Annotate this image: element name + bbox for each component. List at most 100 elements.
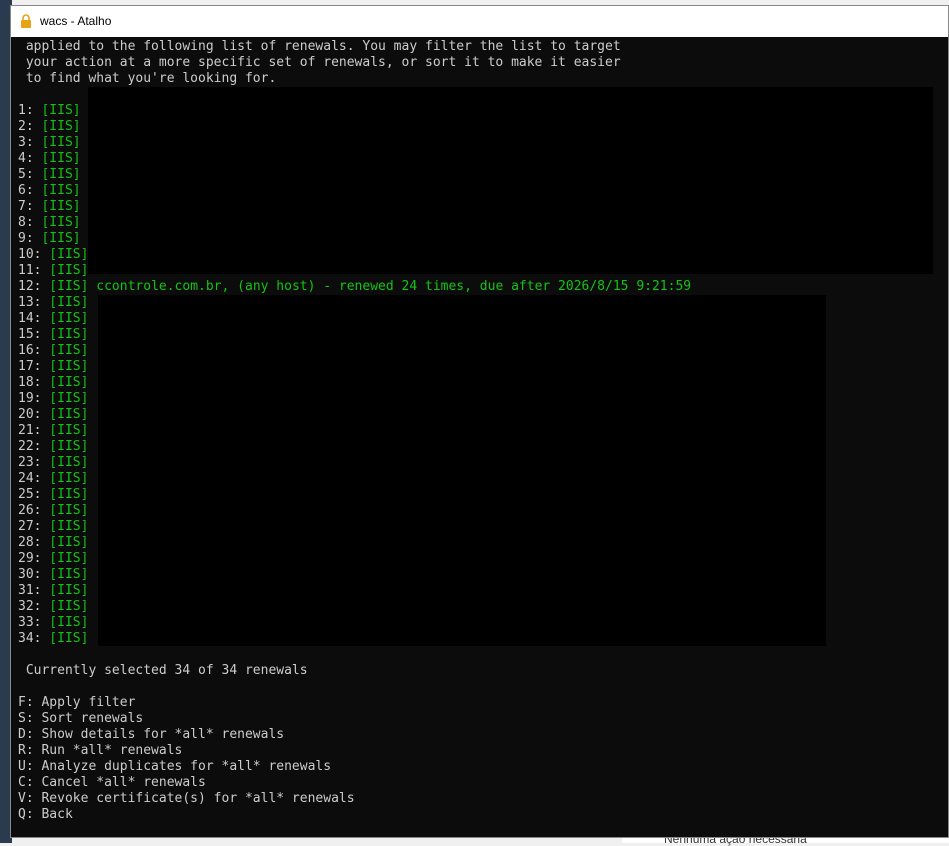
- renewal-row: 31: [IIS]: [18, 583, 88, 599]
- renewal-row: 29: [IIS]: [18, 551, 88, 567]
- renewal-type: [IIS]: [41, 407, 89, 422]
- renewal-type: [IIS]: [41, 375, 89, 390]
- renewal-type: [IIS]: [41, 615, 89, 630]
- intro-line: to find what you're looking for.: [18, 71, 277, 86]
- renewal-row: 14: [IIS]: [18, 311, 88, 327]
- renewal-number: 16:: [18, 343, 42, 358]
- renewal-row: 19: [IIS]: [18, 391, 88, 407]
- renewal-number: 8:: [18, 215, 34, 230]
- renewal-type: [IIS]: [41, 311, 89, 326]
- renewal-number: 25:: [18, 487, 42, 502]
- renewal-type: [IIS]: [41, 567, 89, 582]
- renewal-type: [IIS]: [33, 135, 81, 150]
- renewal-row: 10: [IIS]: [18, 247, 88, 263]
- renewal-row: 25: [IIS]: [18, 487, 88, 503]
- redaction-block: [98, 295, 826, 646]
- background-window: Nenhuma ação necessária: [622, 832, 949, 846]
- renewal-type: [IIS]: [33, 199, 81, 214]
- renewal-number: 19:: [18, 391, 42, 406]
- renewal-number: 10:: [18, 247, 42, 262]
- renewal-row: 34: [IIS]: [18, 631, 88, 647]
- renewal-row: 8: [IIS]: [18, 215, 81, 231]
- renewal-number: 30:: [18, 567, 42, 582]
- menu-option[interactable]: C: Cancel *all* renewals: [18, 775, 206, 791]
- renewal-type: [IIS]: [41, 423, 89, 438]
- renewal-type: [IIS]: [41, 519, 89, 534]
- renewal-number: 11:: [18, 263, 42, 278]
- renewal-type: [IIS]: [41, 343, 89, 358]
- renewal-row: 20: [IIS]: [18, 407, 88, 423]
- menu-option[interactable]: Q: Back: [18, 807, 73, 823]
- menu-option[interactable]: S: Sort renewals: [18, 711, 143, 727]
- renewal-number: 32:: [18, 599, 42, 614]
- lock-icon: [21, 14, 31, 28]
- console-output: applied to the following list of renewal…: [11, 37, 948, 837]
- renewal-row: 9: [IIS]: [18, 231, 81, 247]
- renewal-number: 6:: [18, 183, 34, 198]
- renewal-row: 13: [IIS]: [18, 295, 88, 311]
- renewal-row: 21: [IIS]: [18, 423, 88, 439]
- renewal-type: [IIS]: [41, 487, 89, 502]
- renewal-number: 27:: [18, 519, 42, 534]
- renewal-number: 9:: [18, 231, 34, 246]
- renewal-row: 1: [IIS]: [18, 103, 81, 119]
- renewal-type: [IIS]: [41, 583, 89, 598]
- renewal-row: 30: [IIS]: [18, 567, 88, 583]
- renewal-type: [IIS]: [41, 599, 89, 614]
- intro-line: your action at a more specific set of re…: [18, 55, 621, 70]
- renewal-row: 16: [IIS]: [18, 343, 88, 359]
- renewal-row: 32: [IIS]: [18, 599, 88, 615]
- renewal-row: 23: [IIS]: [18, 455, 88, 471]
- renewal-number: 21:: [18, 423, 42, 438]
- renewal-type: [IIS]: [41, 551, 89, 566]
- renewal-row: 28: [IIS]: [18, 535, 88, 551]
- renewal-number: 1:: [18, 103, 34, 118]
- renewal-type: [IIS]: [33, 119, 81, 134]
- renewal-type: [IIS]: [33, 151, 81, 166]
- renewal-row: 6: [IIS]: [18, 183, 81, 199]
- renewal-number: 18:: [18, 375, 42, 390]
- console-window[interactable]: wacs - Atalho applied to the following l…: [10, 5, 949, 838]
- renewal-number: 31:: [18, 583, 42, 598]
- renewal-row: 22: [IIS]: [18, 439, 88, 455]
- menu-option[interactable]: U: Analyze duplicates for *all* renewals: [18, 759, 331, 775]
- renewal-number: 26:: [18, 503, 42, 518]
- renewal-row: 15: [IIS]: [18, 327, 88, 343]
- renewal-type: [IIS]: [41, 327, 89, 342]
- menu-option[interactable]: V: Revoke certificate(s) for *all* renew…: [18, 791, 355, 807]
- renewal-row: 17: [IIS]: [18, 359, 88, 375]
- renewal-row: 7: [IIS]: [18, 199, 81, 215]
- title-bar[interactable]: wacs - Atalho: [11, 6, 948, 37]
- renewal-row: 26: [IIS]: [18, 503, 88, 519]
- renewal-type: [IIS]: [41, 631, 89, 646]
- renewal-number: 28:: [18, 535, 42, 550]
- renewal-type: [IIS]: [41, 439, 89, 454]
- renewal-number: 5:: [18, 167, 34, 182]
- menu-option[interactable]: D: Show details for *all* renewals: [18, 727, 284, 743]
- renewal-number: 15:: [18, 327, 42, 342]
- renewal-number: 2:: [18, 119, 34, 134]
- renewal-row: 3: [IIS]: [18, 135, 81, 151]
- renewal-row: 27: [IIS]: [18, 519, 88, 535]
- renewal-type: [IIS]: [33, 215, 81, 230]
- renewal-number: 14:: [18, 311, 42, 326]
- renewal-number: 33:: [18, 615, 42, 630]
- renewal-number: 3:: [18, 135, 34, 150]
- renewal-row: 24: [IIS]: [18, 471, 88, 487]
- renewal-number: 13:: [18, 295, 42, 310]
- renewal-description: ccontrole.com.br, (any host) - renewed 2…: [88, 279, 692, 294]
- renewal-row: 12: [IIS] ccontrole.com.br, (any host) -…: [18, 279, 691, 295]
- renewal-type: [IIS]: [41, 503, 89, 518]
- renewal-type: [IIS]: [33, 167, 81, 182]
- menu-option[interactable]: F: Apply filter: [18, 695, 135, 711]
- renewal-number: 29:: [18, 551, 42, 566]
- renewal-row: 11: [IIS]: [18, 263, 88, 279]
- selection-summary: Currently selected 34 of 34 renewals: [18, 663, 308, 678]
- renewal-type: [IIS]: [33, 103, 81, 118]
- menu-option[interactable]: R: Run *all* renewals: [18, 743, 182, 759]
- renewal-type: [IIS]: [33, 183, 81, 198]
- renewal-type: [IIS]: [41, 279, 89, 294]
- renewal-number: 22:: [18, 439, 42, 454]
- renewal-number: 23:: [18, 455, 42, 470]
- renewal-type: [IIS]: [41, 263, 89, 278]
